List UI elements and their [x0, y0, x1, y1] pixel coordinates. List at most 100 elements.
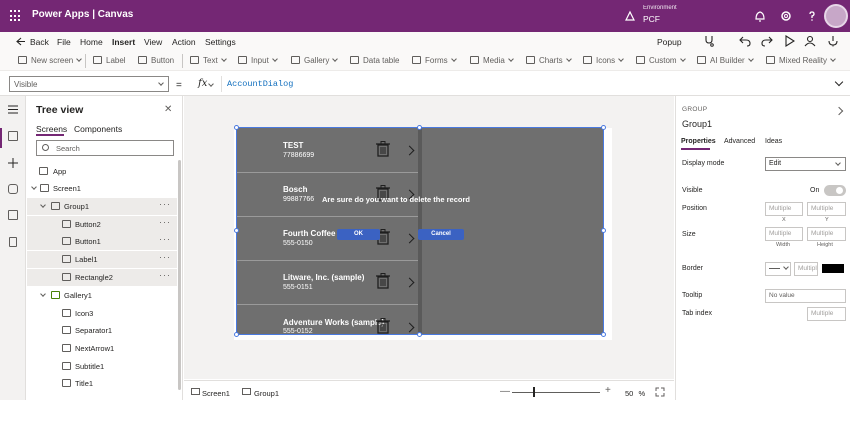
- new-screen-button[interactable]: New screen: [18, 56, 83, 65]
- tab-index-input[interactable]: Multiple: [807, 307, 846, 321]
- share-user-icon[interactable]: [804, 35, 816, 47]
- charts-menu[interactable]: Charts: [526, 56, 572, 65]
- user-avatar[interactable]: [824, 4, 848, 28]
- text-menu[interactable]: Text: [190, 56, 227, 65]
- play-icon[interactable]: [784, 35, 795, 47]
- resize-handle[interactable]: [601, 332, 606, 337]
- data-icon[interactable]: [8, 184, 18, 194]
- tree-scrollbar[interactable]: [178, 160, 181, 390]
- redo-icon[interactable]: [761, 35, 773, 47]
- forms-icon: [412, 56, 421, 64]
- menu-insert[interactable]: Insert: [112, 37, 135, 47]
- tab-properties[interactable]: Properties: [681, 138, 716, 145]
- tree-node-button1[interactable]: Button1 ···: [27, 233, 177, 250]
- fit-to-window-icon[interactable]: [655, 387, 665, 397]
- zoom-slider[interactable]: [512, 392, 600, 393]
- chevron-down-icon[interactable]: [31, 184, 37, 190]
- more-options-icon[interactable]: ···: [159, 217, 171, 227]
- resize-handle[interactable]: [234, 228, 239, 233]
- resize-handle[interactable]: [417, 125, 422, 130]
- tab-components[interactable]: Components: [74, 124, 122, 134]
- zoom-slider-thumb[interactable]: [533, 387, 535, 397]
- chevron-down-icon[interactable]: [40, 202, 46, 208]
- border-width-input[interactable]: Multipl: [794, 262, 818, 276]
- ai-builder-menu[interactable]: AI Builder: [697, 56, 754, 65]
- tree-node-icon3[interactable]: Icon3: [27, 305, 177, 322]
- position-x-input[interactable]: Multiple: [765, 202, 803, 216]
- zoom-out-button[interactable]: —: [500, 386, 510, 397]
- bell-icon[interactable]: [753, 9, 767, 23]
- tree-node-label1[interactable]: Label1 ···: [27, 251, 177, 268]
- more-options-icon[interactable]: ···: [159, 270, 171, 280]
- button-button[interactable]: Button: [138, 56, 174, 65]
- height-input[interactable]: Multiple: [807, 227, 846, 241]
- resize-handle[interactable]: [601, 228, 606, 233]
- menu-action[interactable]: Action: [172, 37, 196, 47]
- menu-file[interactable]: File: [57, 37, 71, 47]
- tree-node-separator1[interactable]: Separator1: [27, 322, 177, 339]
- tree-node-label: Title1: [75, 379, 94, 388]
- tab-ideas[interactable]: Ideas: [765, 138, 782, 145]
- tree-node-app[interactable]: App: [27, 163, 177, 180]
- tree-node-button2[interactable]: Button2 ···: [27, 216, 177, 233]
- media-menu[interactable]: Media: [470, 56, 514, 65]
- breadcrumb-group[interactable]: Group1: [254, 389, 279, 398]
- display-mode-dropdown[interactable]: Edit: [765, 157, 846, 171]
- icons-menu[interactable]: Icons: [583, 56, 624, 65]
- gear-icon[interactable]: [779, 9, 793, 23]
- hamburger-icon[interactable]: [8, 105, 18, 114]
- back-arrow-icon[interactable]: [16, 37, 26, 46]
- tree-node-rectangle2[interactable]: Rectangle2 ···: [27, 269, 177, 286]
- tree-node-subtitle1[interactable]: Subtitle1: [27, 358, 177, 375]
- custom-menu[interactable]: Custom: [636, 56, 686, 65]
- zoom-in-button[interactable]: +: [605, 385, 611, 396]
- resize-handle[interactable]: [601, 125, 606, 130]
- tree-node-screen1[interactable]: Screen1: [27, 180, 177, 197]
- back-button[interactable]: Back: [30, 37, 49, 47]
- gallery-menu[interactable]: Gallery: [291, 56, 339, 65]
- chevron-down-icon[interactable]: [40, 291, 46, 297]
- menu-settings[interactable]: Settings: [205, 37, 236, 47]
- tab-screens[interactable]: Screens: [36, 124, 67, 134]
- data-table-button[interactable]: Data table: [350, 56, 399, 65]
- checker-icon[interactable]: [827, 35, 839, 47]
- popup-button[interactable]: Popup: [657, 37, 682, 47]
- undo-icon[interactable]: [739, 35, 751, 47]
- fx-icon[interactable]: fx: [198, 78, 207, 89]
- tree-node-label: Button1: [75, 237, 101, 246]
- resize-handle[interactable]: [234, 125, 239, 130]
- more-options-icon[interactable]: ···: [159, 234, 171, 244]
- resize-handle[interactable]: [234, 332, 239, 337]
- stethoscope-icon[interactable]: [703, 35, 715, 47]
- formula-input[interactable]: AccountDialog: [221, 76, 833, 92]
- forms-menu[interactable]: Forms: [412, 56, 457, 65]
- input-menu[interactable]: Input: [238, 56, 278, 65]
- breadcrumb-screen[interactable]: Screen1: [202, 389, 230, 398]
- property-dropdown[interactable]: Visible: [9, 76, 169, 92]
- position-y-input[interactable]: Multiple: [807, 202, 846, 216]
- environment-value[interactable]: PCF: [643, 14, 660, 24]
- border-color-picker[interactable]: [822, 264, 844, 273]
- media-rail-icon[interactable]: [8, 210, 18, 220]
- tree-node-title1[interactable]: Title1: [27, 375, 177, 392]
- mixed-reality-menu[interactable]: Mixed Reality: [766, 56, 836, 65]
- label-button[interactable]: Label: [93, 56, 126, 65]
- border-style-dropdown[interactable]: [765, 262, 791, 276]
- tree-node-gallery1[interactable]: Gallery1: [27, 287, 177, 304]
- menu-view[interactable]: View: [144, 37, 162, 47]
- width-input[interactable]: Multiple: [765, 227, 803, 241]
- tooltip-input[interactable]: No value: [765, 289, 846, 303]
- more-options-icon[interactable]: ···: [159, 199, 171, 209]
- tree-view-icon[interactable]: [8, 131, 18, 141]
- tree-node-nextarrow1[interactable]: NextArrow1: [27, 340, 177, 357]
- app-launcher-icon[interactable]: [10, 10, 22, 22]
- more-options-icon[interactable]: ···: [159, 252, 171, 262]
- resize-handle[interactable]: [417, 332, 422, 337]
- close-icon[interactable]: ✕: [164, 104, 172, 115]
- tab-advanced[interactable]: Advanced: [724, 138, 755, 145]
- tree-node-group1[interactable]: Group1 ···: [27, 198, 177, 215]
- help-icon[interactable]: [805, 9, 819, 23]
- tools-icon[interactable]: [9, 237, 17, 247]
- insert-plus-icon[interactable]: [8, 158, 18, 168]
- menu-home[interactable]: Home: [80, 37, 103, 47]
